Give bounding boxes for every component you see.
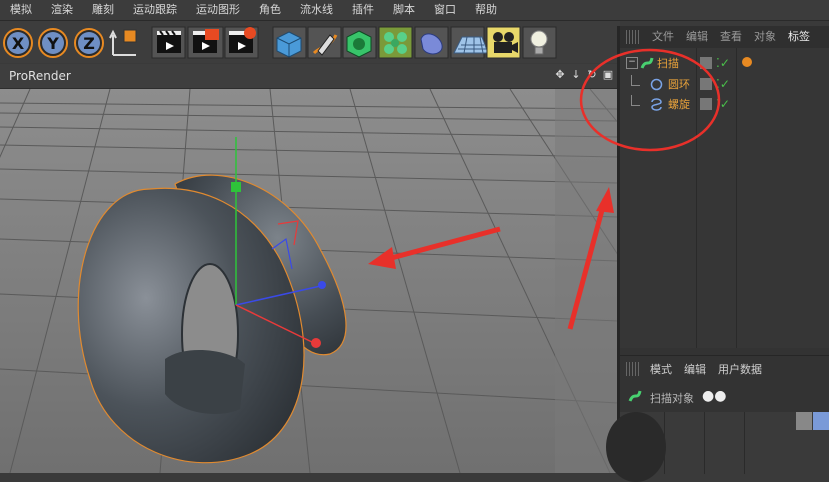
menu-render[interactable]: 渲染 <box>41 0 82 20</box>
color-swatch[interactable] <box>796 412 812 430</box>
attribute-manager-menu: 模式 编辑 用户数据 <box>620 356 829 382</box>
menu-script[interactable]: 脚本 <box>383 0 424 20</box>
menu-motion-tracking[interactable]: 运动跟踪 <box>123 0 186 20</box>
y-axis-lock-icon[interactable]: Y <box>38 28 68 58</box>
subdivision-surface-icon[interactable] <box>342 26 377 59</box>
render-view-icon[interactable] <box>151 26 186 59</box>
menu-bar: 模拟 渲染 雕刻 运动跟踪 运动图形 角色 流水线 插件 脚本 窗口 帮助 <box>0 0 829 21</box>
menu-mograph[interactable]: 运动图形 <box>186 0 249 20</box>
tag-icon[interactable] <box>742 57 752 67</box>
panel-grip-icon[interactable] <box>626 362 640 376</box>
camera-icon[interactable] <box>486 26 521 59</box>
pan-icon[interactable]: ✥ <box>554 68 566 82</box>
menu-pipeline[interactable]: 流水线 <box>290 0 342 20</box>
svg-text:Y: Y <box>46 34 59 53</box>
attr-menu-mode[interactable]: 模式 <box>644 361 678 377</box>
menu-window[interactable]: 窗口 <box>424 0 465 20</box>
viewport-header: ProRender ✥ ↓ ↻ ▣ <box>0 64 618 89</box>
attribute-manager: 模式 编辑 用户数据 扫描对象 ●● <box>606 355 829 482</box>
menu-plugins[interactable]: 插件 <box>342 0 383 20</box>
om-menu-tags[interactable]: 标签 <box>782 26 816 48</box>
attr-menu-userdata[interactable]: 用户数据 <box>712 361 768 377</box>
menu-character[interactable]: 角色 <box>249 0 290 20</box>
main-toolbar: X Y Z <box>0 21 620 63</box>
viewport-scene <box>0 89 618 473</box>
sweep-icon <box>628 390 642 402</box>
attribute-content <box>606 412 829 482</box>
menu-sculpt[interactable]: 雕刻 <box>82 0 123 20</box>
viewport-title: ProRender <box>9 69 71 83</box>
om-menu-objects[interactable]: 对象 <box>748 26 782 48</box>
attr-menu-edit[interactable]: 编辑 <box>678 361 712 377</box>
menu-help[interactable]: 帮助 <box>465 0 506 20</box>
3d-viewport[interactable] <box>0 89 618 473</box>
svg-text:Z: Z <box>83 34 95 53</box>
x-axis-lock-icon[interactable]: X <box>3 28 33 58</box>
attribute-object-name: 扫描对象 <box>650 392 694 405</box>
render-region-icon[interactable] <box>187 26 224 59</box>
render-settings-icon[interactable] <box>224 26 259 59</box>
light-icon[interactable] <box>522 26 557 59</box>
color-swatch[interactable] <box>813 412 829 430</box>
shadow-decoration <box>606 412 666 482</box>
menu-simulate[interactable]: 模拟 <box>0 0 41 20</box>
cube-icon[interactable] <box>272 26 307 59</box>
z-axis-lock-icon[interactable]: Z <box>74 28 104 58</box>
pen-spline-icon[interactable] <box>307 26 342 59</box>
cursor-overlay-icon: ●● <box>702 388 727 404</box>
floor-icon[interactable] <box>450 26 489 59</box>
annotation-circle <box>579 48 721 152</box>
toolbar-icons: X Y Z <box>3 26 557 59</box>
coordinate-system-icon[interactable] <box>109 29 137 56</box>
cloner-icon[interactable] <box>378 26 413 59</box>
deformer-icon[interactable] <box>414 26 449 59</box>
svg-text:X: X <box>12 34 25 53</box>
panel-grip-icon[interactable] <box>626 30 640 44</box>
